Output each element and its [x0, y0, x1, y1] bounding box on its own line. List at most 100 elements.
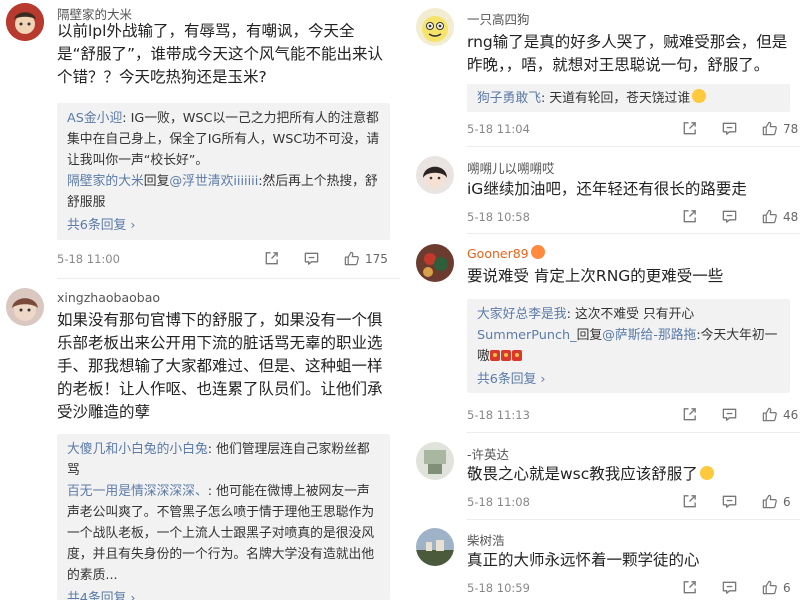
comment-icon: [721, 208, 738, 225]
like-count: 175: [365, 251, 388, 266]
like-count: 48: [783, 209, 799, 224]
like-count: 78: [783, 121, 799, 136]
like-icon: [761, 579, 778, 596]
share-icon: [681, 493, 698, 510]
smile-emoji-icon: [692, 89, 707, 103]
username[interactable]: Gooner89: [467, 245, 545, 261]
comment-button[interactable]: [721, 406, 738, 423]
comment-item: xingzhaobaobao 如果没有那句官博下的舒服了，如果没有一个俱乐部老板…: [0, 282, 400, 600]
more-replies-link[interactable]: 共6条回复 ›: [477, 369, 780, 390]
reply-box: 大家好总李是我: 这次不难受 只有开心 SummerPunch_回复@萨斯给-那…: [467, 299, 790, 393]
like-icon: [761, 493, 778, 510]
comment-icon: [721, 579, 738, 596]
comment-meta: 5-18 10:59 6: [467, 579, 800, 599]
reply-username[interactable]: 百无一用是情深深深深、: [67, 484, 208, 499]
reply-mention[interactable]: @浮世清欢iiiiiii: [169, 174, 258, 189]
like-count: 46: [783, 407, 799, 422]
comment-column-left: 隔壁家的大米 以前lpl外战输了，有辱骂，有嘲讽，今天全是“舒服了”，谁带成今天…: [0, 0, 400, 600]
username[interactable]: 柴树浩: [467, 530, 505, 549]
timestamp: 5-18 11:13: [467, 408, 530, 422]
like-button[interactable]: 78: [761, 120, 798, 137]
comment-meta: 5-18 11:04 78: [467, 120, 800, 140]
share-icon: [681, 208, 698, 225]
comment-text: 以前lpl外战输了，有辱骂，有嘲讽，今天全是“舒服了”，谁带成今天这个风气能不能…: [57, 22, 384, 86]
comment-text: 如果没有那句官博下的舒服了，如果没有一个俱乐部老板出来公开用下流的脏话骂无辜的职…: [57, 311, 383, 421]
divider: [57, 278, 400, 279]
avatar[interactable]: [416, 244, 454, 282]
comment-text: iG继续加油吧，还年轻还有很长的路要走: [467, 180, 747, 198]
comment-item: 嗍嗍儿以嗍嗍哎 iG继续加油吧，还年轻还有很长的路要走 5-18 10:58 4…: [410, 150, 800, 236]
share-button[interactable]: [681, 406, 698, 423]
comment-button[interactable]: [721, 493, 738, 510]
avatar[interactable]: [6, 3, 44, 41]
comment-button[interactable]: [303, 250, 320, 267]
comment-button[interactable]: [721, 208, 738, 225]
reply: SummerPunch_回复@萨斯给-那路拖:今天大年初一嗷: [477, 325, 780, 367]
comment-icon: [721, 120, 738, 137]
share-icon: [681, 579, 698, 596]
divider: [467, 233, 800, 234]
avatar[interactable]: [6, 288, 44, 326]
reply: AS金小迎: IG一败，WSC以一己之力把所有人的注意都集中在自己身上，保全了I…: [67, 108, 380, 171]
timestamp: 5-18 11:04: [467, 122, 530, 136]
like-count: 6: [783, 580, 791, 595]
avatar[interactable]: [416, 156, 454, 194]
avatar[interactable]: [416, 8, 454, 46]
comment-item: 一只高四狗 rng输了是真的好多人哭了，贼难受那会，但是昨晚，，唔，就想对王思聪…: [410, 0, 800, 150]
username[interactable]: 一只高四狗: [467, 9, 530, 28]
smile-emoji-icon: [699, 466, 714, 480]
reply-username[interactable]: SummerPunch_: [477, 328, 577, 343]
share-button[interactable]: [681, 579, 698, 596]
reply: 百无一用是情深深深深、: 他可能在微博上被网友一声声老公叫爽了。不管黑子怎么喷于…: [67, 481, 380, 586]
avatar[interactable]: [416, 442, 454, 480]
comment-meta: 5-18 11:00 175: [57, 250, 400, 270]
reply-username[interactable]: 大家好总李是我: [477, 307, 567, 322]
like-button[interactable]: 6: [761, 493, 791, 510]
reply-mention[interactable]: @萨斯给-那路拖: [602, 328, 696, 343]
comment-text: 敬畏之心就是wsc教我应该舒服了: [467, 463, 792, 486]
avatar[interactable]: [416, 528, 454, 566]
vip-badge-icon: [530, 245, 545, 259]
username[interactable]: xingzhaobaobao: [57, 290, 160, 305]
username[interactable]: -许英达: [467, 444, 509, 463]
share-icon: [681, 406, 698, 423]
reply-mid: 回复: [143, 174, 170, 189]
reply-username[interactable]: 隔壁家的大米: [67, 174, 144, 189]
comment-icon: [721, 406, 738, 423]
comment-button[interactable]: [721, 120, 738, 137]
timestamp: 5-18 11:00: [57, 252, 120, 266]
more-replies-link[interactable]: 共6条回复 ›: [67, 215, 380, 236]
share-icon: [263, 250, 280, 267]
comment-button[interactable]: [721, 579, 738, 596]
share-button[interactable]: [681, 493, 698, 510]
comment-meta: 5-18 10:58 48: [467, 208, 800, 228]
like-icon: [761, 120, 778, 137]
like-button[interactable]: 48: [761, 208, 798, 225]
like-count: 6: [783, 494, 791, 509]
reply-text: 天道有轮回，苍天饶过谁: [545, 91, 691, 106]
share-button[interactable]: [681, 120, 698, 137]
like-button[interactable]: 175: [343, 250, 388, 267]
reply-username[interactable]: AS金小迎: [67, 111, 122, 126]
reply-username[interactable]: 狗子勇敢飞: [477, 91, 541, 106]
comment-icon: [303, 250, 320, 267]
comment-text: 要说难受 肯定上次RNG的更难受一些: [467, 267, 724, 285]
share-button[interactable]: [681, 208, 698, 225]
reply: 大家好总李是我: 这次不难受 只有开心: [477, 304, 780, 325]
like-button[interactable]: 6: [761, 579, 791, 596]
divider: [467, 146, 800, 147]
reply-username[interactable]: 大傻几和小白兔的小白兔: [67, 442, 208, 457]
username[interactable]: 嗍嗍儿以嗍嗍哎: [467, 158, 555, 177]
comment-meta: 5-18 11:08 6: [467, 493, 800, 513]
like-button[interactable]: 46: [761, 406, 798, 423]
comment-column-right: 一只高四狗 rng输了是真的好多人哭了，贼难受那会，但是昨晚，，唔，就想对王思聪…: [410, 0, 800, 600]
red-packet-icon: [500, 350, 511, 361]
reply-box: AS金小迎: IG一败，WSC以一己之力把所有人的注意都集中在自己身上，保全了I…: [57, 103, 390, 240]
divider: [467, 432, 800, 433]
comment-text: 真正的大师永远怀着一颗学徒的心: [467, 551, 700, 569]
comment-item: 隔壁家的大米 以前lpl外战输了，有辱骂，有嘲讽，今天全是“舒服了”，谁带成今天…: [0, 0, 400, 280]
more-replies-link[interactable]: 共4条回复 ›: [67, 588, 380, 600]
share-button[interactable]: [263, 250, 280, 267]
like-icon: [343, 250, 360, 267]
reply: 大傻几和小白兔的小白兔: 他们管理层连自己家粉丝都骂: [67, 439, 380, 481]
